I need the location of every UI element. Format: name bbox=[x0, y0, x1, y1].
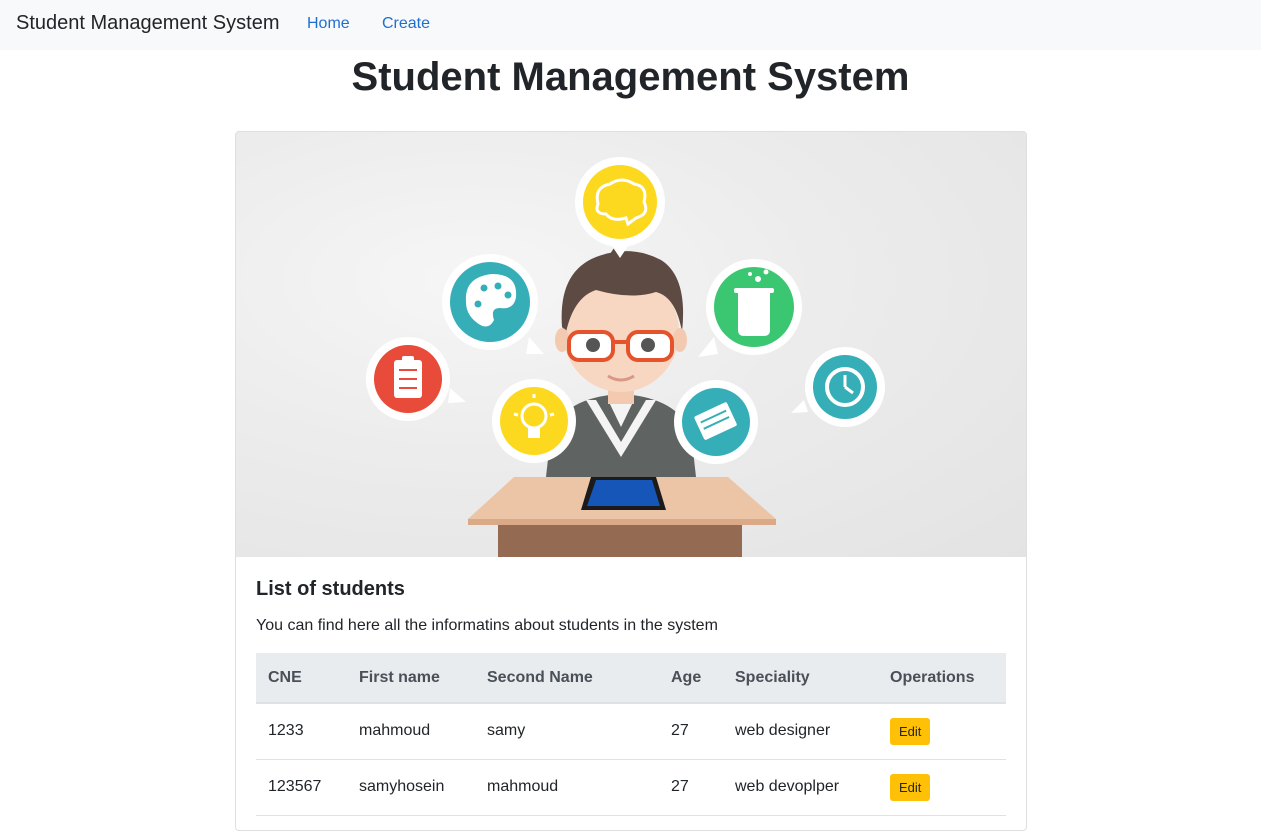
header-age: Age bbox=[659, 653, 723, 704]
card-title: List of students bbox=[256, 578, 405, 600]
beaker-icon bbox=[698, 259, 802, 357]
header-speciality: Speciality bbox=[723, 653, 878, 704]
brain-icon bbox=[575, 157, 665, 258]
cell-cne: 123567 bbox=[256, 759, 347, 816]
cell-speciality: web devoplper bbox=[723, 759, 878, 816]
nav-link-create[interactable]: Create bbox=[382, 15, 430, 33]
clock-icon bbox=[791, 347, 885, 427]
desk-graphic bbox=[468, 477, 776, 557]
cell-operations: Edit bbox=[878, 703, 1006, 760]
header-second-name: Second Name bbox=[475, 653, 659, 704]
cell-cne: 1233 bbox=[256, 703, 347, 760]
cell-age: 27 bbox=[659, 759, 723, 816]
cell-operations: Edit bbox=[878, 759, 1006, 816]
cell-first-name: samyhosein bbox=[347, 759, 475, 816]
books-icon bbox=[674, 380, 758, 464]
cell-second-name: mahmoud bbox=[475, 759, 659, 816]
navbar-brand[interactable]: Student Management System bbox=[16, 12, 279, 35]
cell-second-name: samy bbox=[475, 703, 659, 760]
header-operations: Operations bbox=[878, 653, 1006, 704]
students-table: CNE First name Second Name Age Specialit… bbox=[256, 653, 1006, 816]
cell-age: 27 bbox=[659, 703, 723, 760]
cell-first-name: mahmoud bbox=[347, 703, 475, 760]
palette-icon bbox=[442, 254, 544, 354]
page-title: Student Management System bbox=[351, 55, 910, 99]
lightbulb-icon bbox=[492, 379, 576, 463]
table-row: 123567 samyhosein mahmoud 27 web devoplp… bbox=[256, 759, 1006, 816]
card-description: You can find here all the informatins ab… bbox=[256, 617, 718, 634]
header-first-name: First name bbox=[347, 653, 475, 704]
nav-link-home[interactable]: Home bbox=[307, 15, 350, 33]
top-navbar: Student Management System Home Create bbox=[0, 0, 1261, 50]
edit-button[interactable]: Edit bbox=[890, 717, 931, 745]
table-header-row: CNE First name Second Name Age Specialit… bbox=[256, 653, 1006, 704]
hero-illustration bbox=[236, 132, 1026, 557]
edit-button[interactable]: Edit bbox=[890, 773, 931, 801]
cell-speciality: web designer bbox=[723, 703, 878, 760]
students-card: List of students You can find here all t… bbox=[235, 131, 1027, 831]
header-cne: CNE bbox=[256, 653, 347, 704]
checklist-icon bbox=[366, 337, 466, 421]
table-row: 1233 mahmoud samy 27 web designer Edit bbox=[256, 703, 1006, 760]
